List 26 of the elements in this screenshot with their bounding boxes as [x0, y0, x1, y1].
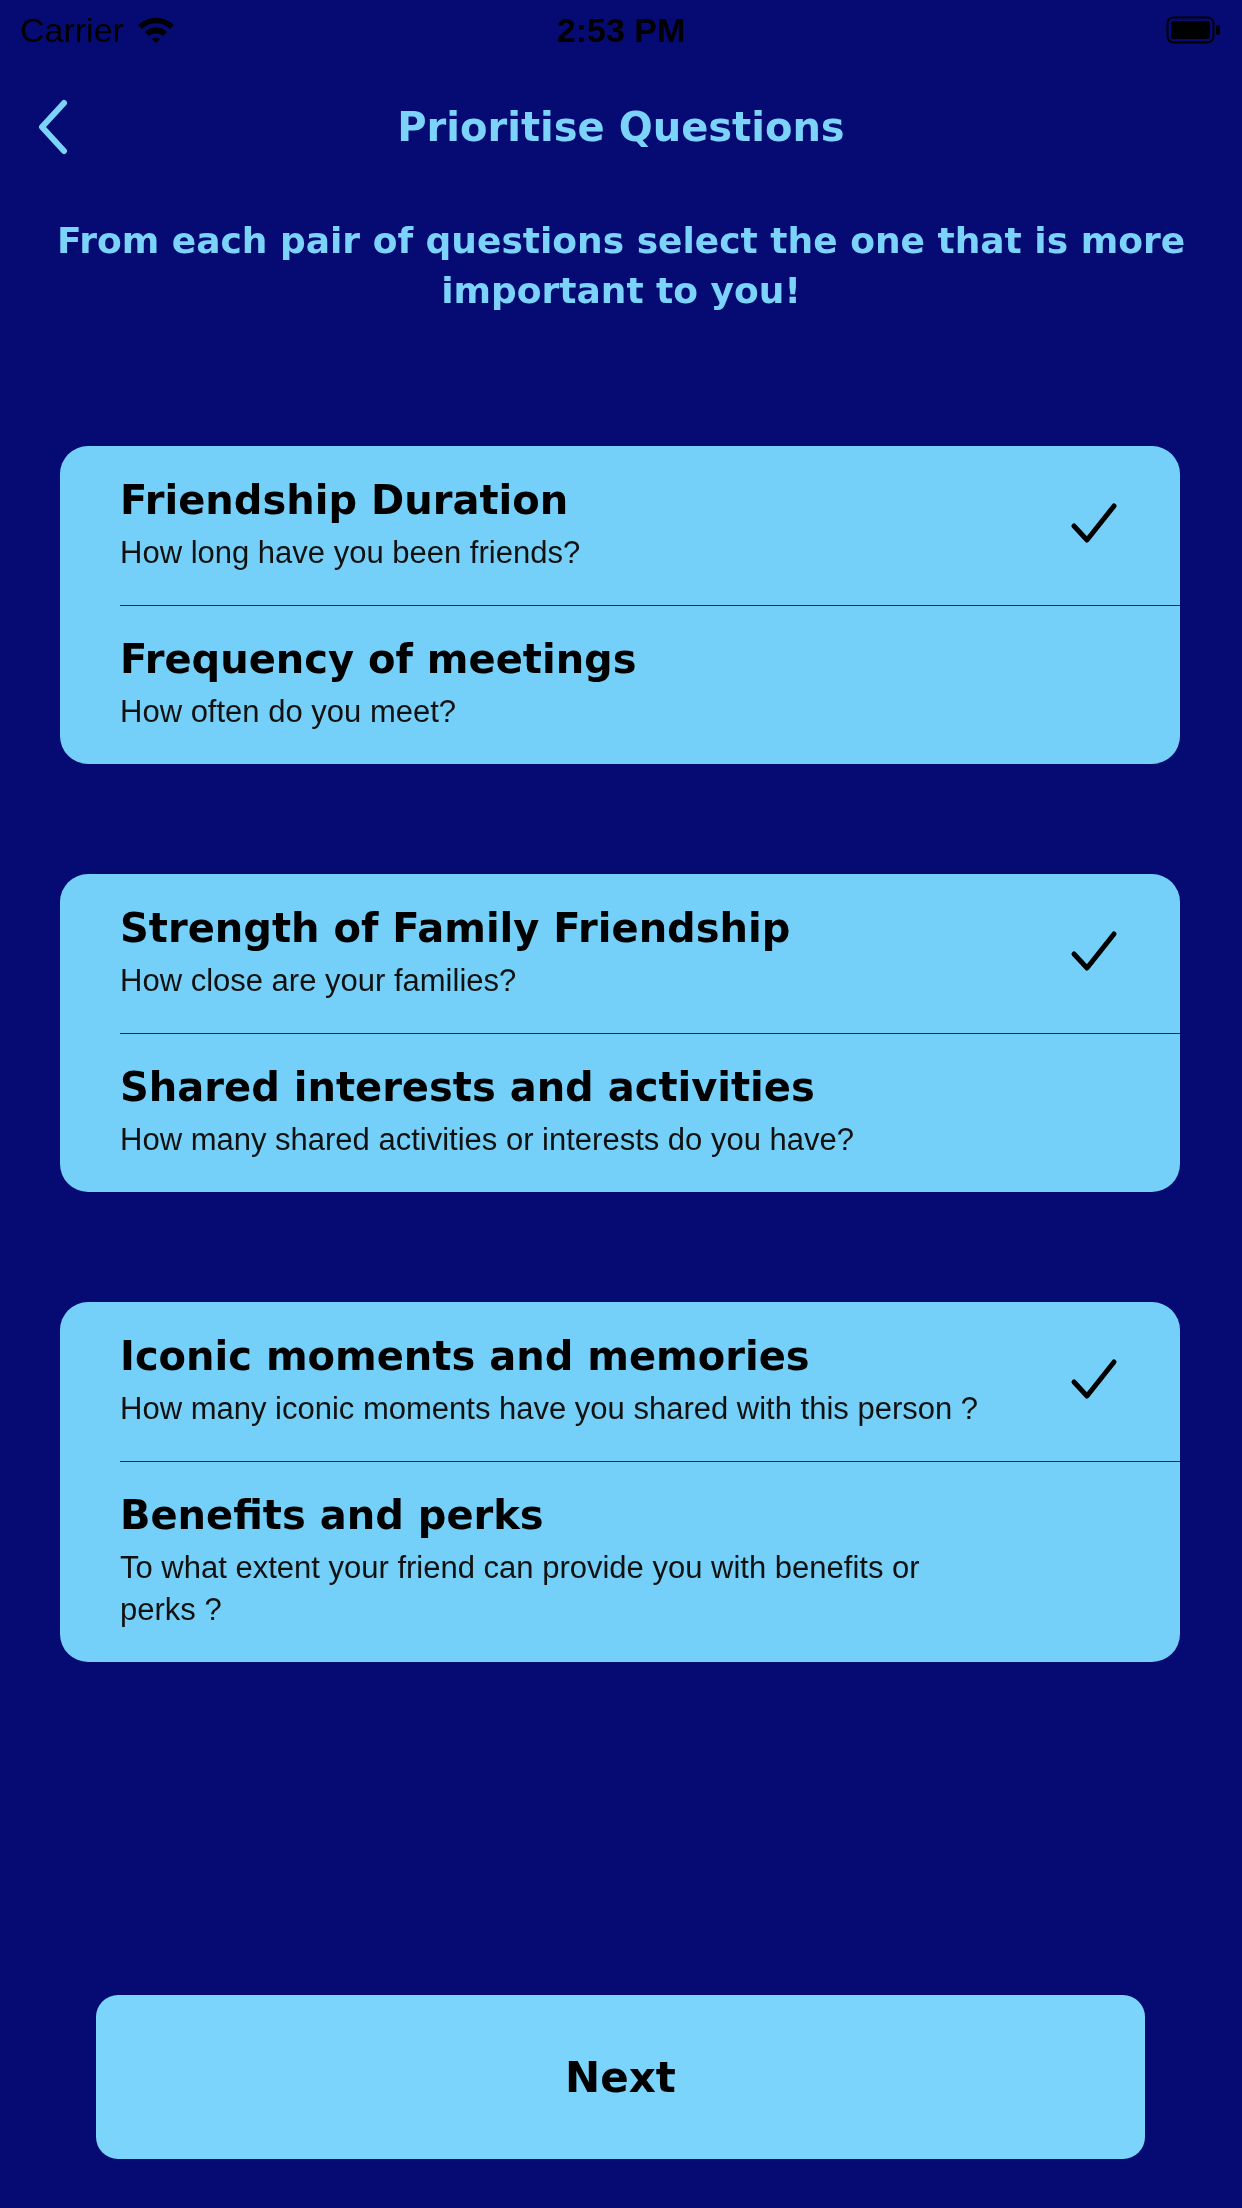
- question-option[interactable]: Friendship Duration How long have you been friends?: [60, 446, 1180, 605]
- question-title: Iconic moments and memories: [120, 1332, 811, 1381]
- question-title: Shared interests and activities: [120, 1063, 816, 1112]
- question-title: Friendship Duration: [120, 476, 570, 525]
- question-subtitle: How close are your families?: [120, 962, 518, 1000]
- question-subtitle: How often do you meet?: [120, 693, 458, 731]
- question-subtitle: How many shared activities or interests do you have?: [120, 1121, 856, 1159]
- question-option[interactable]: Strength of Family Friendship How close are your families?: [60, 874, 1180, 1033]
- question-option[interactable]: Benefits and perks To what extent your friend can provide you with benefits or perks ?: [60, 1461, 1180, 1662]
- status-time: 2:53 PM: [556, 10, 686, 50]
- carrier-label: Carrier: [20, 10, 124, 50]
- question-subtitle: How long have you been friends?: [120, 534, 582, 572]
- question-title: Strength of Family Friendship: [120, 904, 792, 953]
- question-option[interactable]: Frequency of meetings How often do you meet?: [60, 605, 1180, 764]
- back-icon: [36, 99, 70, 155]
- question-title: Benefits and perks: [120, 1491, 545, 1540]
- battery-icon: [1166, 16, 1222, 44]
- next-button[interactable]: Next: [96, 1995, 1145, 2159]
- instruction-text: From each pair of questions select the one that is more important to you!: [55, 219, 1187, 313]
- question-subtitle: To what extent your friend can provide you with benefits or perks ?: [120, 1549, 921, 1629]
- question-subtitle: How many iconic moments have you shared with this person ?: [120, 1390, 980, 1428]
- screen-title: Prioritise Questions: [397, 104, 845, 150]
- question-option[interactable]: Shared interests and activities How many shared activities or interests do you have?: [60, 1033, 1180, 1192]
- back-button[interactable]: [36, 99, 70, 155]
- question-title: Frequency of meetings: [120, 635, 638, 684]
- question-option[interactable]: Iconic moments and memories How many iconic moments have you shared with this person ?: [60, 1302, 1180, 1461]
